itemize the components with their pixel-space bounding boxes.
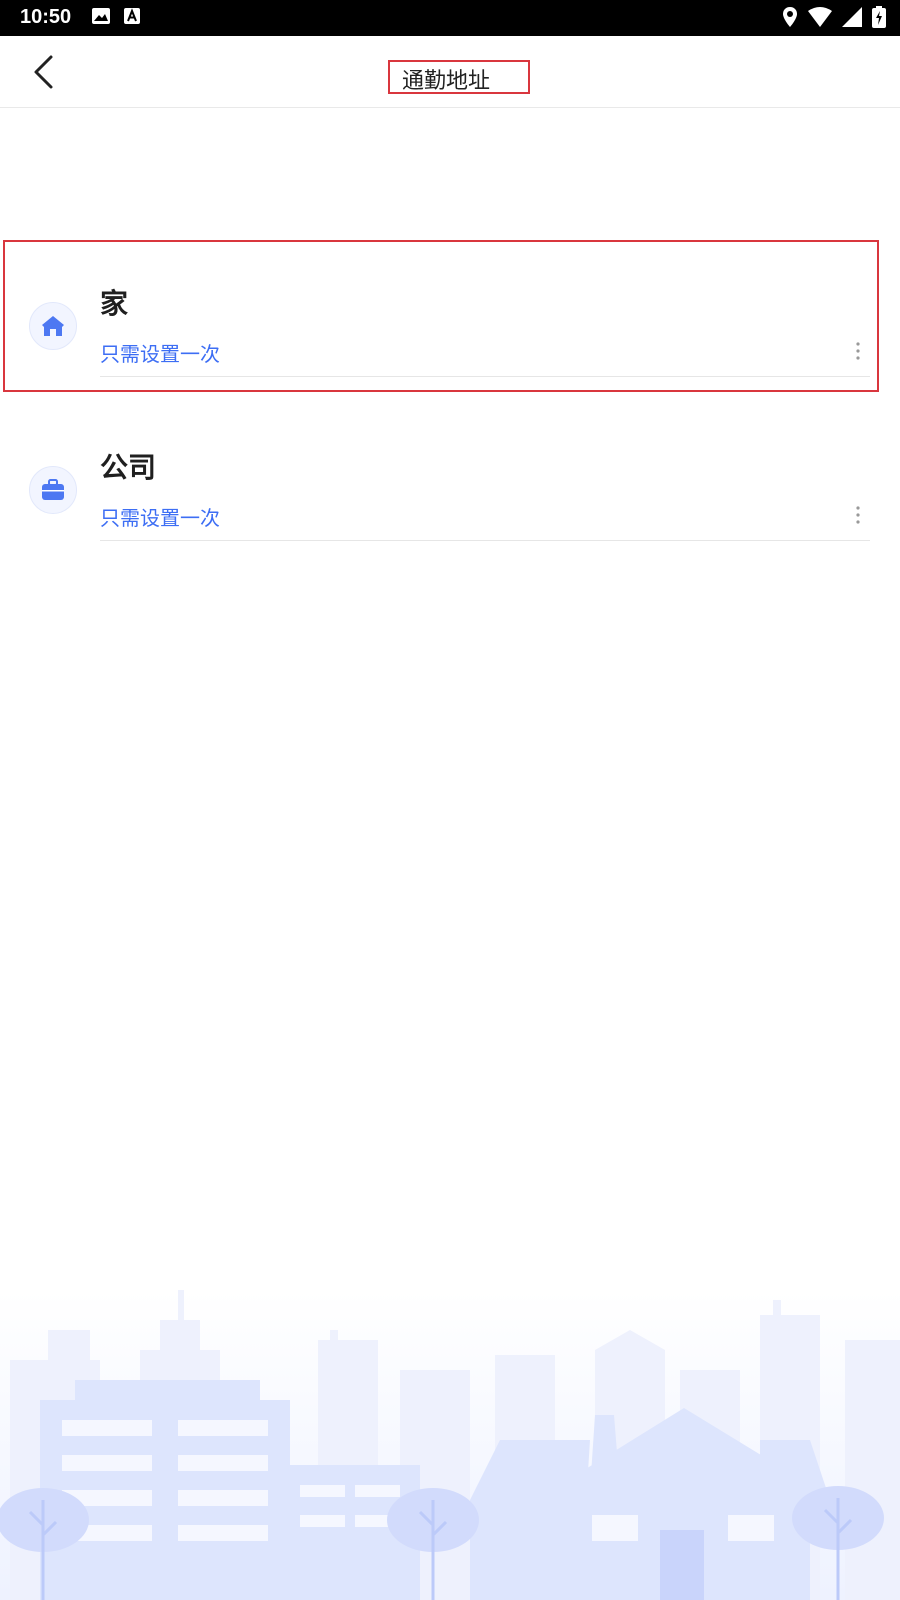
battery-charging-icon bbox=[872, 6, 886, 28]
home-icon bbox=[42, 316, 64, 336]
city-skyline-illustration bbox=[0, 1290, 900, 1600]
more-vertical-icon bbox=[856, 342, 860, 360]
wifi-icon bbox=[808, 7, 832, 27]
title-highlight-box: 通勤地址 bbox=[388, 60, 530, 94]
home-icon-badge bbox=[29, 302, 77, 350]
status-time: 10:50 bbox=[20, 6, 72, 28]
more-options-button[interactable] bbox=[846, 500, 870, 530]
back-button[interactable] bbox=[24, 50, 64, 94]
address-subtitle: 只需设置一次 bbox=[100, 506, 220, 530]
address-item-company[interactable]: 公司 只需设置一次 bbox=[0, 422, 900, 542]
signal-icon bbox=[842, 7, 862, 27]
app-bar: 通勤地址 bbox=[0, 36, 900, 108]
address-name: 家 bbox=[100, 287, 129, 320]
status-icons-right bbox=[782, 6, 886, 28]
address-subtitle: 只需设置一次 bbox=[100, 342, 220, 366]
image-icon bbox=[92, 8, 110, 24]
address-item-home[interactable]: 家 只需设置一次 bbox=[0, 258, 900, 378]
briefcase-icon bbox=[42, 479, 64, 500]
location-icon bbox=[782, 6, 798, 28]
more-vertical-icon bbox=[856, 506, 860, 524]
divider bbox=[100, 540, 870, 541]
page-title: 通勤地址 bbox=[402, 69, 491, 94]
status-icons-left bbox=[92, 8, 140, 24]
a-box-icon bbox=[124, 8, 140, 24]
more-options-button[interactable] bbox=[846, 336, 870, 366]
address-name: 公司 bbox=[100, 451, 157, 484]
chevron-left-icon bbox=[34, 55, 53, 89]
briefcase-icon-badge bbox=[29, 466, 77, 514]
status-bar: 10:50 bbox=[0, 0, 900, 36]
divider bbox=[100, 376, 870, 377]
